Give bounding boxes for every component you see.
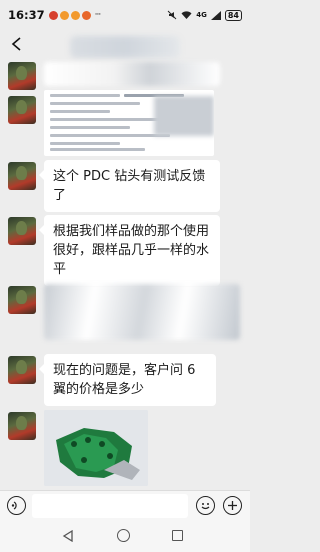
silent-icon (167, 10, 177, 20)
triangle-back-icon[interactable] (62, 530, 74, 542)
avatar[interactable] (8, 217, 36, 245)
message-bubble: 这个 PDC 钻头有测试反馈了 (39, 160, 220, 212)
notification-icons: ··· (48, 10, 102, 20)
avatar[interactable] (8, 356, 36, 384)
emoji-icon[interactable] (196, 496, 215, 515)
document-image-message[interactable] (44, 90, 214, 156)
system-nav-bar (0, 520, 250, 552)
status-bar: 16:37 ··· 4G 84 (0, 0, 250, 30)
app-notification-icon (81, 10, 91, 20)
avatar[interactable] (8, 286, 36, 314)
more-notifications: ··· (94, 10, 102, 20)
square-recent-icon[interactable] (172, 530, 183, 541)
plus-glyph-icon (228, 501, 237, 510)
message-bubble: 根据我们样品做的那个使用很好，跟样品几乎一样的水平 (39, 215, 220, 286)
avatar[interactable] (8, 162, 36, 190)
smile-icon (201, 503, 210, 510)
plus-icon[interactable] (223, 496, 242, 515)
avatar[interactable] (8, 96, 36, 124)
input-bar (0, 490, 250, 520)
blurred-message (44, 62, 220, 86)
message-input[interactable] (32, 494, 188, 518)
signal-icon (210, 10, 221, 20)
status-right: 4G 84 (167, 9, 242, 21)
drill-bit-image (44, 410, 148, 486)
avatar[interactable] (8, 412, 36, 440)
network-type: 4G (196, 11, 207, 19)
message-bubble: 现在的问题是，客户问 6 翼的价格是多少 (39, 354, 216, 406)
app-notification-icon (59, 10, 69, 20)
chat-header (0, 30, 250, 60)
app-notification-icon (70, 10, 80, 20)
wifi-icon (181, 10, 192, 19)
chevron-left-icon[interactable] (10, 37, 24, 51)
chat-title-redacted (70, 36, 180, 58)
status-time: 16:37 (8, 8, 45, 22)
battery-indicator: 84 (224, 9, 242, 21)
blurred-message (44, 284, 240, 340)
circle-home-icon[interactable] (117, 529, 130, 542)
avatar[interactable] (8, 62, 36, 90)
voice-input-icon[interactable] (7, 496, 26, 515)
voice-wave-icon (11, 501, 17, 510)
drill-bit-image-message[interactable] (44, 410, 148, 486)
app-notification-icon (48, 10, 58, 20)
